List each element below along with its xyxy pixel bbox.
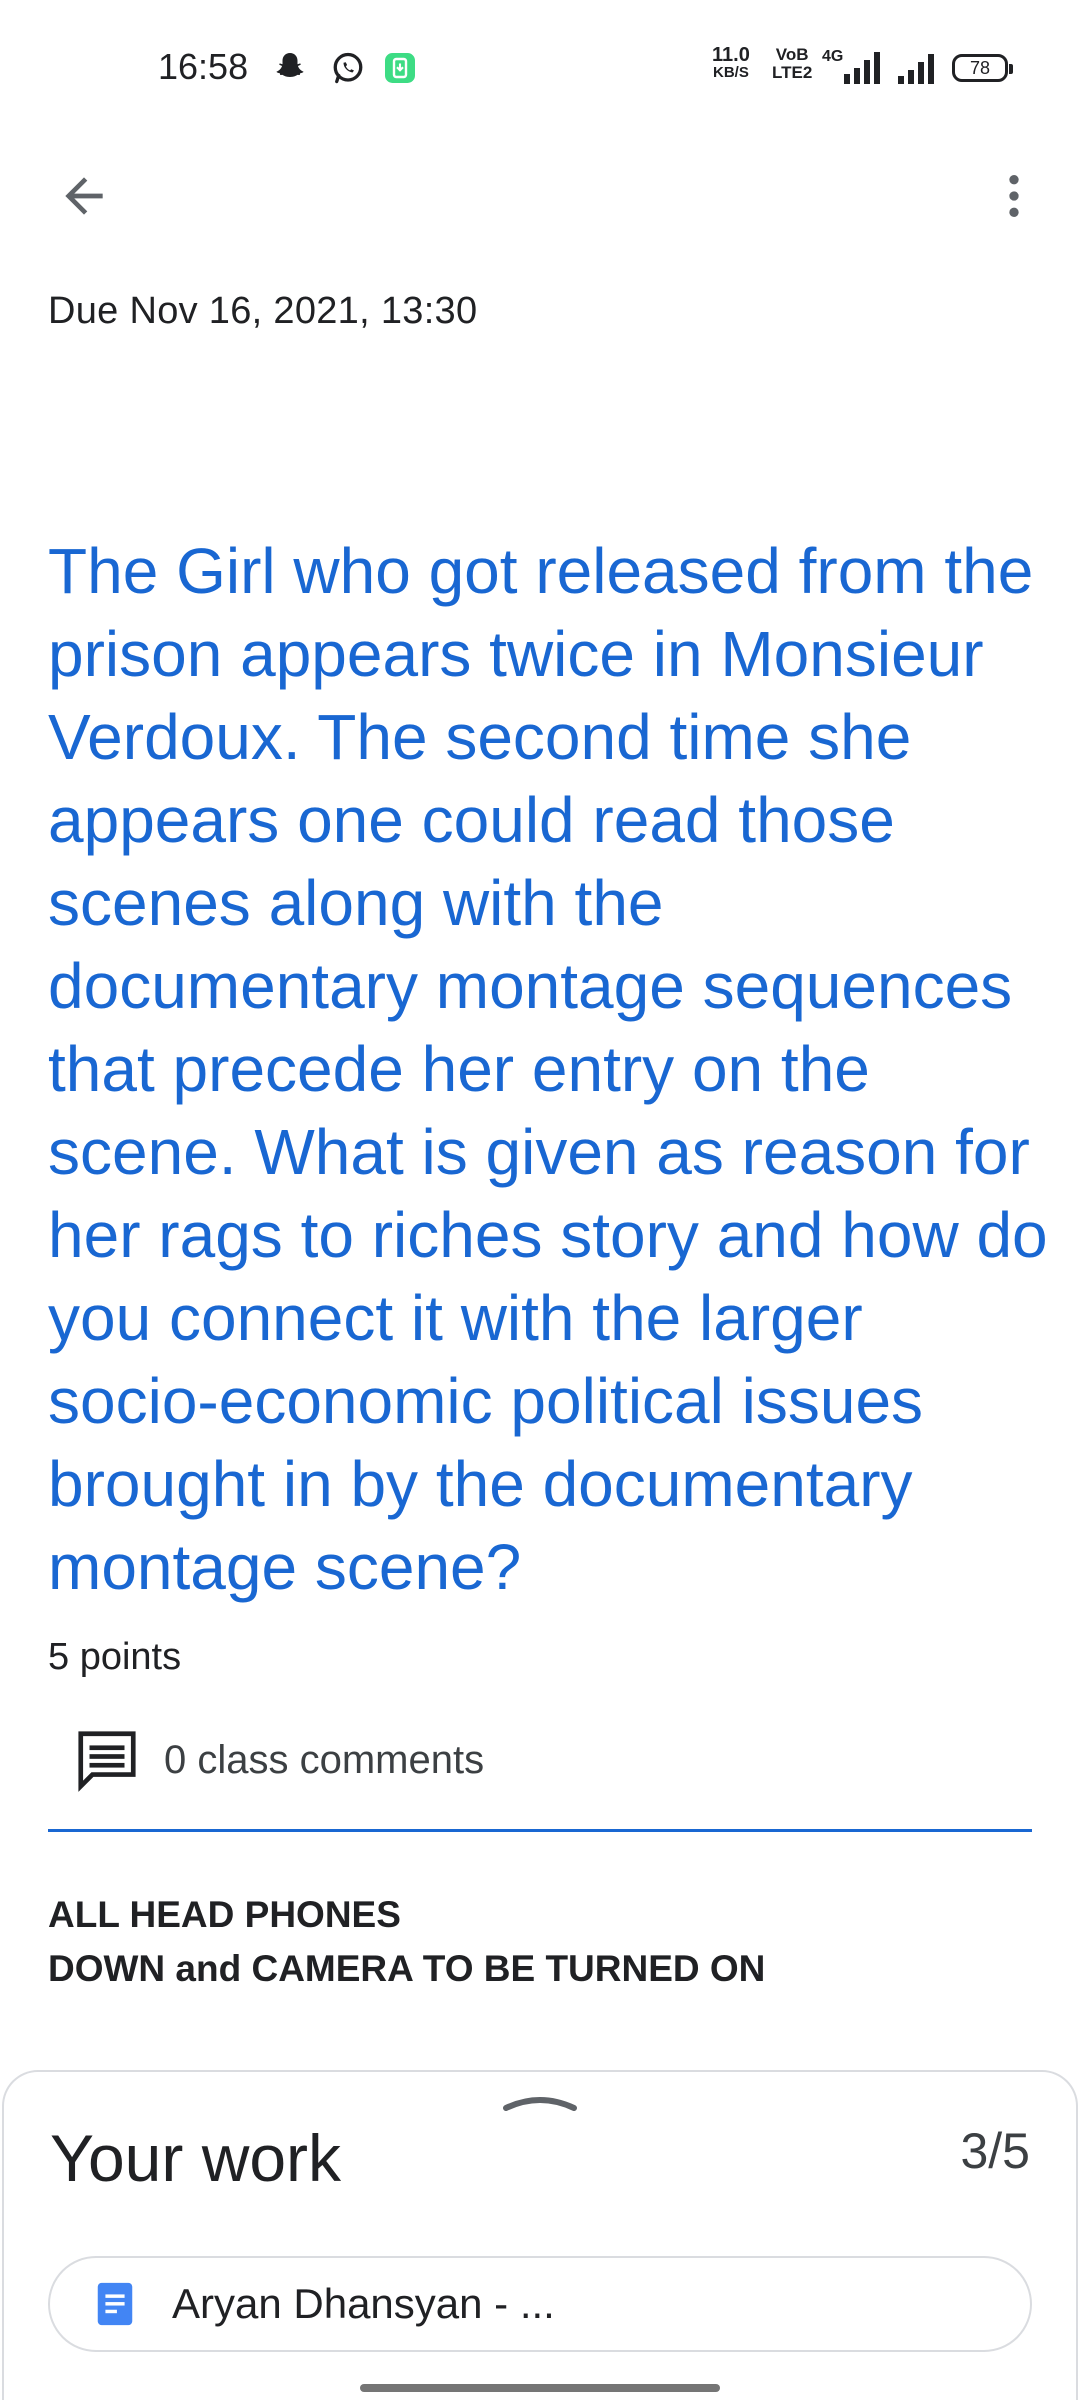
your-work-title: Your work xyxy=(50,2121,342,2195)
more-options-button[interactable] xyxy=(978,160,1050,232)
volte-top: VoB xyxy=(775,45,809,64)
net-speed-unit: KB/S xyxy=(712,64,749,81)
assignment-instructions: ALL HEAD PHONES DOWN and CAMERA TO BE TU… xyxy=(48,1888,1032,1996)
signal-icon-2 xyxy=(898,54,934,84)
assignment-title: The Girl who got released from the priso… xyxy=(48,535,1048,1603)
more-vert-icon xyxy=(1009,175,1019,217)
status-time: 16:58 xyxy=(158,46,249,87)
signal-icon xyxy=(844,52,880,84)
google-docs-icon xyxy=(97,2282,133,2326)
volte-bottom: LTE2 xyxy=(772,63,813,82)
status-bar: 16:58 11.0 KB/S VoB LTE2 4G 78 xyxy=(0,0,1080,140)
back-button[interactable] xyxy=(48,160,120,232)
instructions-line-1: ALL HEAD PHONES xyxy=(48,1894,401,1935)
battery-indicator: 78 xyxy=(952,54,1013,82)
class-comments-label: 0 class comments xyxy=(164,1737,485,1782)
section-divider xyxy=(48,1829,1032,1832)
instructions-line-2: DOWN and CAMERA TO BE TURNED ON xyxy=(48,1948,766,1989)
assignment-page: 16:58 11.0 KB/S VoB LTE2 4G 78 Due Nov 1… xyxy=(0,0,1080,2400)
points-label: 5 points xyxy=(48,1636,182,1678)
your-work-count: 3/5 xyxy=(960,2123,1030,2179)
gesture-nav-bar[interactable] xyxy=(360,2384,720,2392)
arrow-back-icon xyxy=(65,177,103,215)
class-comments-button[interactable]: 0 class comments xyxy=(72,1720,484,1800)
volte-indicator: VoB LTE2 xyxy=(772,46,812,82)
attachment-label: Aryan Dhansyan - ... xyxy=(172,2280,555,2327)
expand-handle-icon[interactable] xyxy=(500,2088,580,2116)
net-speed-value: 11.0 xyxy=(712,44,750,66)
comment-icon xyxy=(78,1731,136,1792)
app-notification-icon xyxy=(385,53,415,83)
attachment-chip[interactable]: Aryan Dhansyan - ... xyxy=(48,2256,1032,2352)
snapchat-icon xyxy=(276,53,304,77)
network-speed: 11.0 KB/S xyxy=(712,44,750,82)
due-date: Due Nov 16, 2021, 13:30 xyxy=(48,290,478,332)
whatsapp-icon xyxy=(333,52,363,84)
